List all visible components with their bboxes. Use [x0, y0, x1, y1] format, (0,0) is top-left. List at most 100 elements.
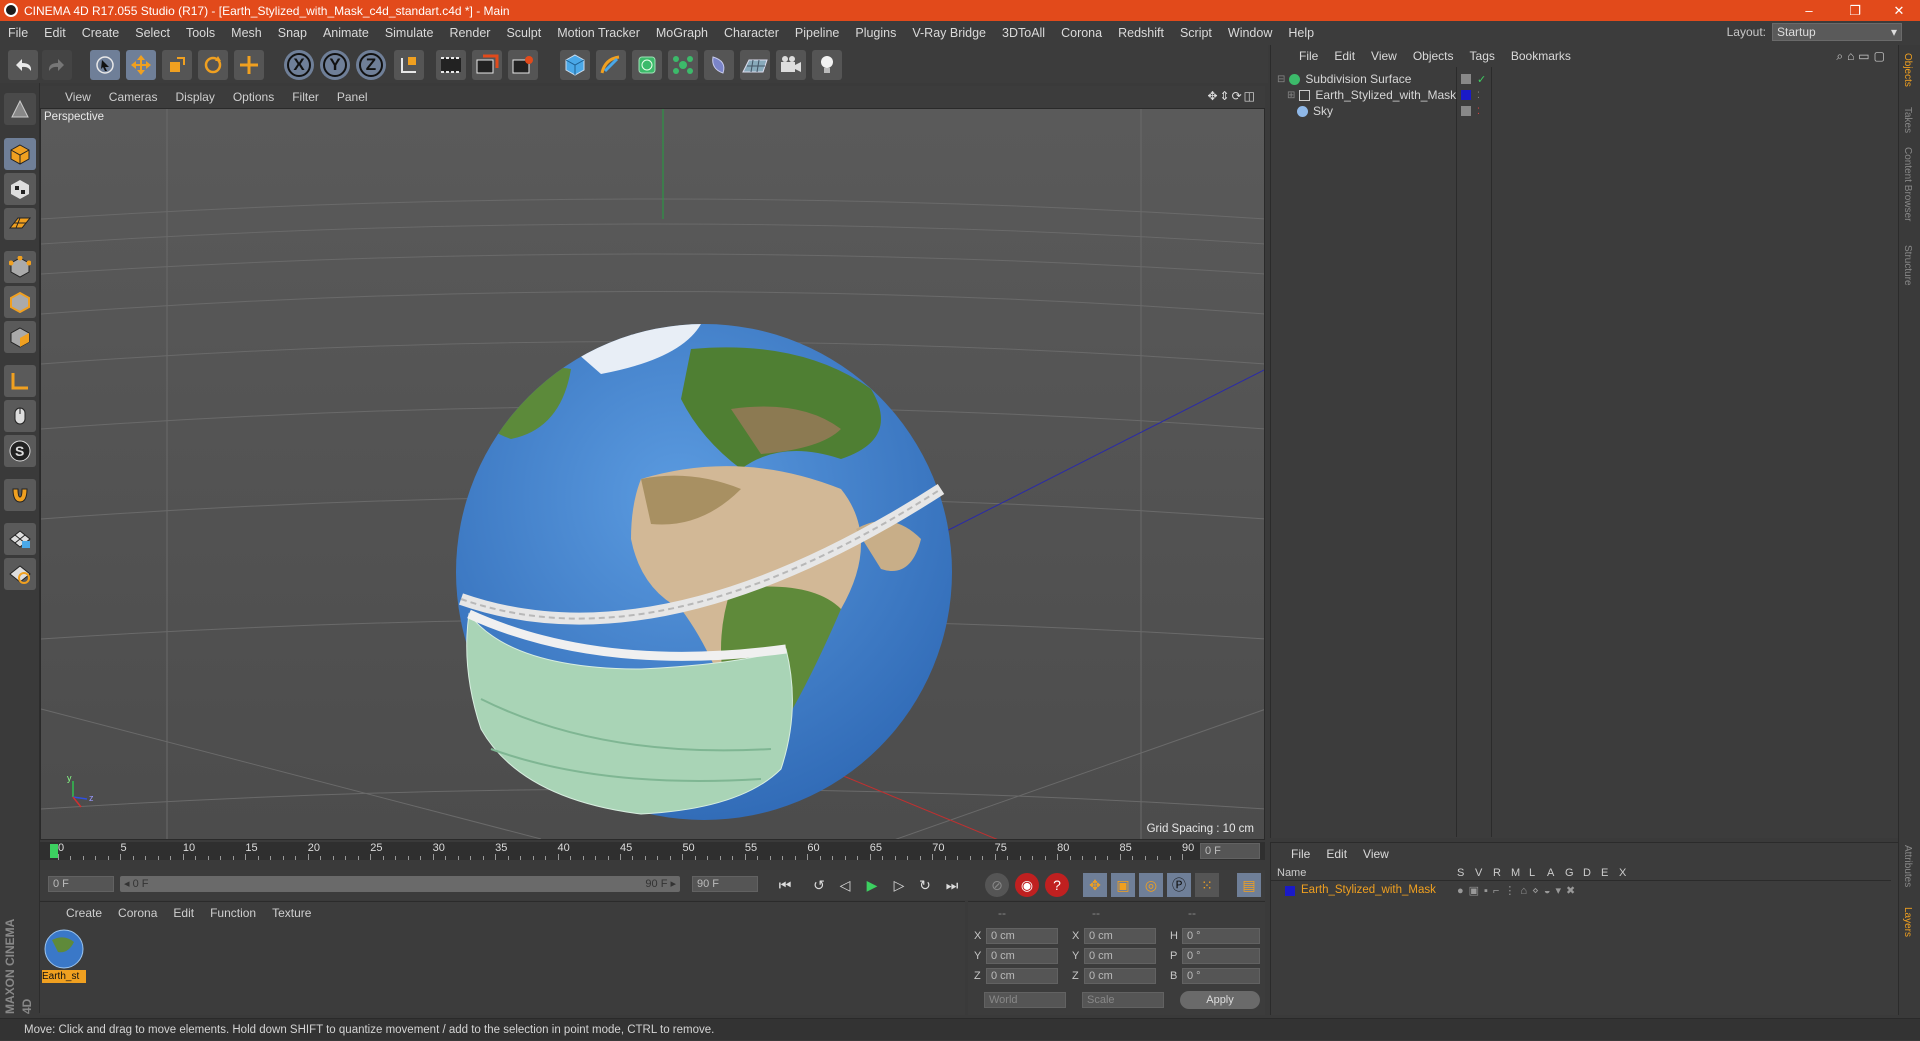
workplane-mode-icon[interactable]	[4, 208, 36, 240]
viewport-menu-display[interactable]: Display	[166, 90, 223, 104]
camera-icon[interactable]	[776, 50, 806, 80]
current-frame-field[interactable]: 0 F	[1200, 843, 1260, 859]
layer-tag-icon[interactable]	[1461, 106, 1471, 116]
layer-col-xrefs[interactable]: X	[1619, 867, 1626, 879]
side-tab-objects[interactable]: Objects	[1902, 53, 1913, 87]
play-forward-icon[interactable]: ▶	[860, 873, 884, 897]
z-axis-lock-icon[interactable]: Z	[356, 50, 386, 80]
move-tool-icon[interactable]	[126, 50, 156, 80]
layer-row[interactable]: Earth_Stylized_with_Mask ●▣▪⌐⋮⌂⋄◒▾✖	[1271, 883, 1891, 899]
object-name[interactable]: Earth_Stylized_with_Mask	[1315, 88, 1456, 102]
coord-space-dropdown[interactable]: World	[984, 992, 1066, 1008]
visibility-dots-icon[interactable]: ⁚	[1477, 106, 1480, 117]
layer-col-view[interactable]: V	[1475, 867, 1482, 879]
menu-file[interactable]: File	[0, 21, 36, 45]
tweak-mode-icon[interactable]	[4, 400, 36, 432]
spline-pen-icon[interactable]	[596, 50, 626, 80]
coord-rot-p-field[interactable]: 0 °	[1182, 948, 1260, 964]
layer-menu-view[interactable]: View	[1363, 847, 1389, 861]
menu-edit[interactable]: Edit	[36, 21, 74, 45]
make-editable-icon[interactable]	[4, 93, 36, 125]
layer-col-deformers[interactable]: D	[1583, 867, 1591, 879]
material-menu-create[interactable]: Create	[58, 906, 110, 920]
minimize-button[interactable]: –	[1786, 0, 1832, 21]
floor-environment-icon[interactable]	[740, 50, 770, 80]
menu-simulate[interactable]: Simulate	[377, 21, 442, 45]
material-menu-corona[interactable]: Corona	[110, 906, 165, 920]
rotate-tool-icon[interactable]	[198, 50, 228, 80]
object-menu-view[interactable]: View	[1363, 49, 1405, 63]
object-menu-tags[interactable]: Tags	[1462, 49, 1503, 63]
coord-pos-z-field[interactable]: 0 cm	[986, 968, 1058, 984]
go-to-end-icon[interactable]: ⏭	[940, 873, 964, 897]
menu-plugins[interactable]: Plugins	[847, 21, 904, 45]
menu-vray-bridge[interactable]: V-Ray Bridge	[904, 21, 994, 45]
menu-help[interactable]: Help	[1280, 21, 1322, 45]
coord-mode-dropdown[interactable]: Scale	[1082, 992, 1164, 1008]
layer-tag-icon[interactable]	[1461, 74, 1471, 84]
coord-size-x-field[interactable]: 0 cm	[1084, 928, 1156, 944]
menu-motion-tracker[interactable]: Motion Tracker	[549, 21, 648, 45]
menu-create[interactable]: Create	[74, 21, 128, 45]
viewport-navigation-icons[interactable]: ✥⇕⟳◫	[1207, 89, 1257, 103]
object-row-sky[interactable]: Sky ⁚	[1271, 101, 1891, 121]
key-scale-icon[interactable]: ▣	[1111, 873, 1135, 897]
menu-character[interactable]: Character	[716, 21, 787, 45]
material-swatch[interactable]: Earth_st	[42, 928, 86, 984]
render-view-icon[interactable]	[436, 50, 466, 80]
coord-pos-y-field[interactable]: 0 cm	[986, 948, 1058, 964]
cube-primitive-icon[interactable]	[560, 50, 590, 80]
material-menu-edit[interactable]: Edit	[165, 906, 202, 920]
expand-toggle-icon[interactable]: ⊟	[1277, 74, 1285, 85]
layer-col-locked[interactable]: L	[1529, 867, 1535, 879]
locked-workplane-icon[interactable]	[4, 523, 36, 555]
snap-mode-icon[interactable]: S	[4, 435, 36, 467]
menu-mograph[interactable]: MoGraph	[648, 21, 716, 45]
menu-script[interactable]: Script	[1172, 21, 1220, 45]
coord-pos-x-field[interactable]: 0 cm	[986, 928, 1058, 944]
close-button[interactable]: ✕	[1876, 0, 1920, 21]
record-keys-icon[interactable]: ⊘	[985, 873, 1009, 897]
magnet-icon[interactable]	[4, 479, 36, 511]
edges-mode-icon[interactable]	[4, 286, 36, 318]
redo-icon[interactable]	[42, 50, 72, 80]
layer-col-animation[interactable]: A	[1547, 867, 1554, 879]
undo-icon[interactable]	[8, 50, 38, 80]
layer-toggle-icons[interactable]: ●▣▪⌐⋮⌂⋄◒▾✖	[1457, 884, 1580, 897]
viewport-menu-options[interactable]: Options	[224, 90, 283, 104]
menu-window[interactable]: Window	[1220, 21, 1280, 45]
points-mode-icon[interactable]	[4, 251, 36, 283]
layer-col-manager[interactable]: M	[1511, 867, 1520, 879]
material-menu-texture[interactable]: Texture	[264, 906, 319, 920]
object-menu-file[interactable]: File	[1291, 49, 1326, 63]
side-tab-structure[interactable]: Structure	[1902, 245, 1913, 286]
object-menu-objects[interactable]: Objects	[1405, 49, 1462, 63]
object-menu-bookmarks[interactable]: Bookmarks	[1503, 49, 1579, 63]
deformer-icon[interactable]	[704, 50, 734, 80]
planar-workplane-icon[interactable]	[4, 558, 36, 590]
object-manager-search-icons[interactable]: ⌕⌂▭▢	[1836, 49, 1889, 64]
enabled-check-icon[interactable]: ✓	[1477, 73, 1486, 86]
coordinate-system-icon[interactable]	[394, 50, 424, 80]
side-tab-takes[interactable]: Takes	[1902, 107, 1913, 133]
playhead-marker[interactable]	[50, 844, 58, 858]
coord-rot-b-field[interactable]: 0 °	[1182, 968, 1260, 984]
layer-menu-edit[interactable]: Edit	[1326, 847, 1347, 861]
layout-dropdown[interactable]: Startup	[1772, 23, 1902, 41]
restore-button[interactable]: ❐	[1832, 0, 1878, 21]
object-menu-edit[interactable]: Edit	[1326, 49, 1363, 63]
key-parameter-icon[interactable]: Ⓟ	[1167, 873, 1191, 897]
go-to-start-icon[interactable]: ⏮	[773, 873, 797, 897]
polygons-mode-icon[interactable]	[4, 321, 36, 353]
layer-color-tag-icon[interactable]	[1461, 90, 1471, 100]
render-to-picture-viewer-icon[interactable]	[472, 50, 502, 80]
viewport-menu-panel[interactable]: Panel	[328, 90, 377, 104]
layer-color-swatch[interactable]	[1285, 886, 1295, 896]
menu-animate[interactable]: Animate	[315, 21, 377, 45]
layer-col-expressions[interactable]: E	[1601, 867, 1608, 879]
x-axis-lock-icon[interactable]: X	[284, 50, 314, 80]
scale-tool-icon[interactable]	[162, 50, 192, 80]
layer-col-name[interactable]: Name	[1277, 867, 1306, 879]
menu-snap[interactable]: Snap	[270, 21, 315, 45]
previous-frame-icon[interactable]: ◁	[833, 873, 857, 897]
